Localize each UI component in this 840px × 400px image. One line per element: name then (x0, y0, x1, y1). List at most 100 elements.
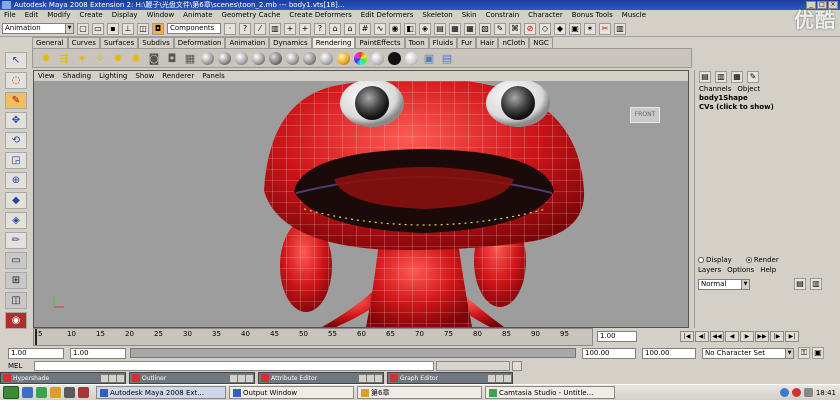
lasso-tool-icon[interactable]: ◌ (5, 72, 27, 89)
menu-skeleton[interactable]: Skeleton (422, 10, 452, 21)
attribute-editor-icon[interactable]: ▦ (731, 71, 743, 83)
polygon-icon[interactable]: ◆ (554, 22, 566, 35)
surface-shader-icon[interactable] (320, 51, 333, 65)
layer-editor-icon[interactable]: ▥ (715, 71, 727, 83)
soft-mod-tool-icon[interactable]: ◆ (5, 192, 27, 209)
tab-animation[interactable]: Animation (225, 37, 270, 48)
menu-geometry-cache[interactable]: Geometry Cache (222, 10, 281, 21)
highlight-selection-icon[interactable]: ⌂ (344, 22, 356, 35)
render-radio-button[interactable] (745, 257, 752, 263)
channel-box-icon[interactable]: ▤ (699, 71, 711, 83)
subdiv-icon[interactable]: ▣ (569, 22, 581, 35)
display-radio-button[interactable] (698, 257, 704, 263)
menu-animate[interactable]: Animate (183, 10, 212, 21)
step-back-icon[interactable]: ◀| (695, 331, 709, 342)
phong-shader-icon[interactable] (235, 51, 248, 65)
tab-surfaces[interactable]: Surfaces (99, 37, 139, 48)
rotate-tool-icon[interactable]: ⟲ (5, 132, 27, 149)
scale-tool-icon[interactable]: ◲ (5, 152, 27, 169)
menu-layers[interactable]: Layers (698, 265, 721, 275)
time-slider[interactable]: 5 10 15 20 25 30 35 40 45 50 55 60 65 70… (33, 328, 593, 346)
menu-create-deformers[interactable]: Create Deformers (289, 10, 351, 21)
menu-options[interactable]: Options (727, 265, 754, 275)
no-entry-icon[interactable]: ⊘ (524, 22, 536, 35)
open-scene-icon[interactable]: ▭ (92, 22, 104, 35)
desktop-quicklaunch-icon[interactable] (64, 387, 75, 398)
viewport-menu-shading[interactable]: Shading (63, 71, 91, 81)
save-scene-icon[interactable]: ▪ (107, 22, 119, 35)
playback-start-field[interactable]: 1.00 (70, 347, 126, 359)
menu-muscle[interactable]: Muscle (622, 10, 646, 21)
minimized-hypershade[interactable]: Hypershade (0, 372, 126, 384)
make-live-icon[interactable]: ◈ (419, 22, 431, 35)
render-view-icon[interactable]: ▣ (422, 51, 436, 65)
object-mode-icon[interactable]: ◫ (137, 22, 149, 35)
app-quicklaunch-icon[interactable] (78, 387, 89, 398)
shading-map-icon[interactable] (371, 51, 384, 65)
tab-ngc[interactable]: NGC (529, 37, 553, 48)
viewport-menu-renderer[interactable]: Renderer (162, 71, 194, 81)
menu-object[interactable]: Object (737, 84, 760, 94)
ie-quicklaunch-icon[interactable] (22, 387, 33, 398)
animation-start-field[interactable]: 1.00 (8, 347, 64, 359)
snap-view-plane-icon[interactable]: ◧ (404, 22, 416, 35)
range-slider-track[interactable] (130, 348, 576, 358)
preferences-icon[interactable]: ▣ (812, 347, 824, 359)
point-light-icon[interactable]: ✦ (75, 51, 89, 65)
play-backward-icon[interactable]: ◀ (725, 331, 739, 342)
snap-point-icon[interactable]: ◉ (389, 22, 401, 35)
tab-painteffects[interactable]: PaintEffects (355, 37, 405, 48)
ambient-light-icon[interactable]: ✹ (39, 51, 53, 65)
render-current-frame-icon[interactable]: ▦ (449, 22, 461, 35)
current-frame-field[interactable]: 1.00 (597, 331, 637, 342)
task-camtasia[interactable]: Camtasia Studio - Untitle... (485, 386, 615, 399)
tab-rendering[interactable]: Rendering (311, 37, 356, 48)
tab-fluids[interactable]: Fluids (428, 37, 458, 48)
animation-end-field[interactable]: 100.00 (642, 347, 696, 359)
auto-key-icon[interactable]: ⚿ (798, 347, 810, 359)
tool-settings-icon[interactable]: ✎ (747, 71, 759, 83)
directional-light-icon[interactable]: ⇶ (57, 51, 71, 65)
go-to-end-icon[interactable]: ▶| (785, 331, 799, 342)
layered-shader-icon[interactable] (286, 51, 299, 65)
selection-mask-dropdown[interactable]: Components (167, 23, 221, 34)
menu-character[interactable]: Character (528, 10, 563, 21)
start-button[interactable] (3, 386, 19, 399)
batch-render-icon[interactable]: ▤ (440, 51, 454, 65)
ramp-texture-icon[interactable] (354, 51, 367, 65)
snap-grid-icon[interactable]: # (359, 22, 371, 35)
select-by-pivot-icon[interactable]: + (284, 22, 296, 35)
menu-skin[interactable]: Skin (462, 10, 477, 21)
component-mode-icon[interactable]: ◘ (152, 22, 164, 35)
single-pane-layout-icon[interactable]: ▭ (5, 252, 27, 269)
media-quicklaunch-icon[interactable] (36, 387, 47, 398)
render-radio[interactable]: Render (745, 255, 779, 265)
new-layer-selected-icon[interactable]: ▥ (810, 278, 822, 290)
two-pane-layout-icon[interactable]: ◫ (5, 292, 27, 309)
history-icon[interactable]: ▤ (434, 22, 446, 35)
play-forward-icon[interactable]: ▶ (740, 331, 754, 342)
camera-icon[interactable]: ◙ (147, 51, 161, 65)
viewport-menu-view[interactable]: View (38, 71, 55, 81)
four-pane-layout-icon[interactable]: ⊞ (5, 272, 27, 289)
blend-mode-dropdown[interactable]: Normal ▼ (698, 278, 750, 290)
go-to-start-icon[interactable]: |◀ (680, 331, 694, 342)
channel-box-toggle-icon[interactable]: ▥ (614, 22, 626, 35)
viewport-menu-lighting[interactable]: Lighting (99, 71, 127, 81)
minimized-outliner[interactable]: Outliner (129, 372, 255, 384)
new-layer-icon[interactable]: ▤ (794, 278, 806, 290)
playback-end-field[interactable]: 100.00 (582, 347, 636, 359)
nurbs-icon[interactable]: ◇ (539, 22, 551, 35)
lock-selection-icon[interactable]: ⌂ (329, 22, 341, 35)
ramp-shader-icon[interactable] (303, 51, 316, 65)
menu-file[interactable]: File (4, 10, 16, 21)
hierarchy-mode-icon[interactable]: ⊥ (122, 22, 134, 35)
volume-light-icon[interactable]: ✺ (129, 51, 143, 65)
character-set-dropdown[interactable]: No Character Set ▼ (702, 347, 794, 359)
tab-toon[interactable]: Toon (404, 37, 429, 48)
deform-icon[interactable]: ✶ (584, 22, 596, 35)
menu-display[interactable]: Display (112, 10, 138, 21)
show-manipulator-icon[interactable]: ◈ (5, 212, 27, 229)
new-scene-icon[interactable]: ▢ (77, 22, 89, 35)
task-maya[interactable]: Autodesk Maya 2008 Ext... (96, 386, 226, 399)
